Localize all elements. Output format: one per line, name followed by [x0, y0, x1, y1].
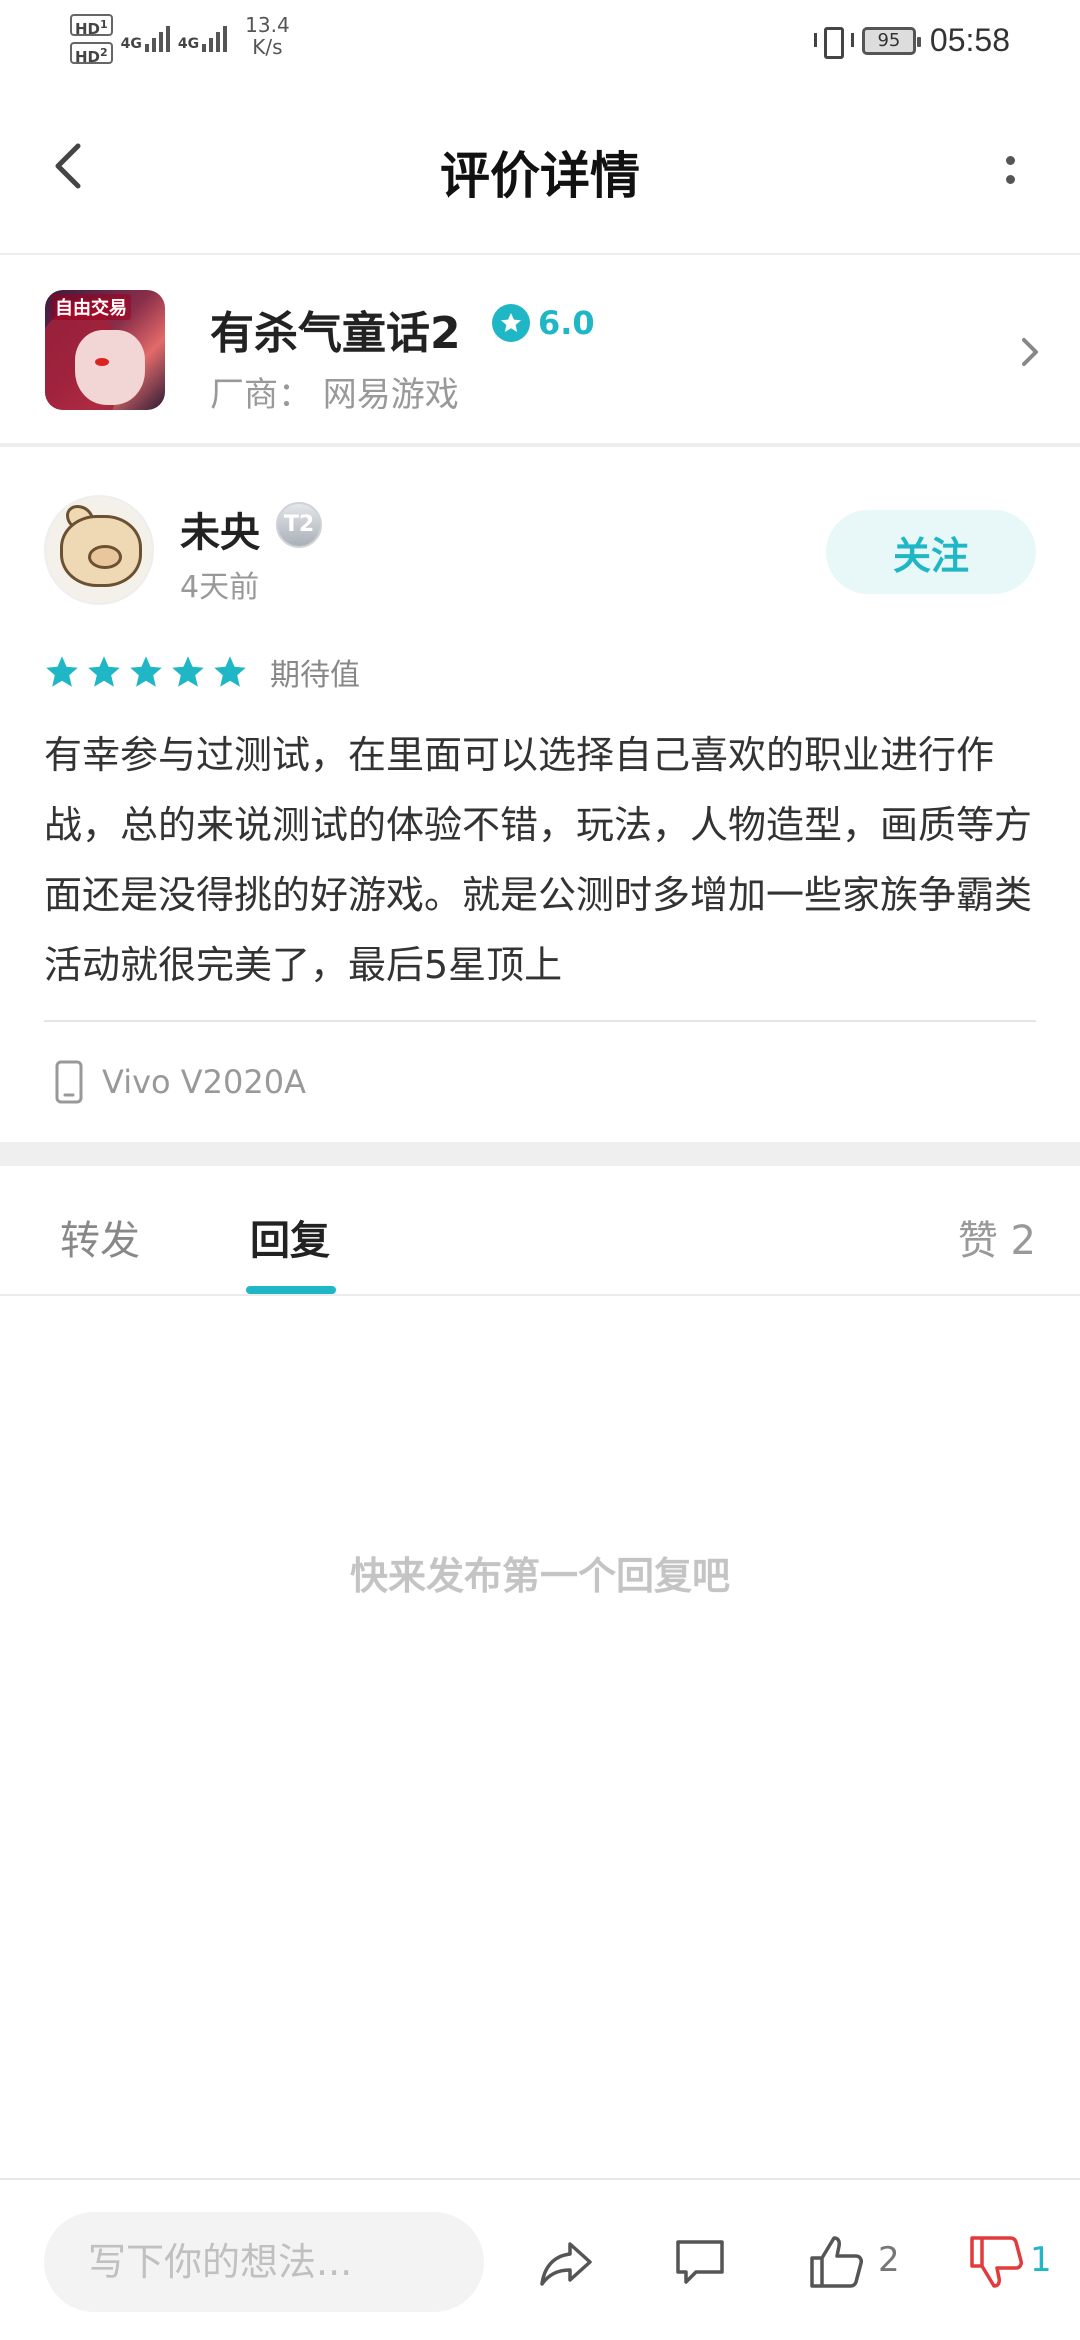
avatar[interactable] — [44, 495, 154, 605]
tab-indicator — [246, 1286, 336, 1294]
network-speed-unit: K/s — [252, 35, 283, 59]
review-time: 4天前 — [180, 570, 260, 605]
game-icon-badge: 自由交易 — [51, 294, 131, 320]
device-info: Vivo V2020A — [54, 1060, 306, 1104]
sim1-label: HD — [75, 20, 101, 38]
network-speed-value: 13.4 — [245, 13, 290, 37]
signal-bars-icon — [202, 18, 228, 52]
sim-indicators: HD1 HD2 — [70, 14, 113, 66]
network-speed: 13.4 K/s — [245, 14, 290, 58]
star-badge-icon — [492, 304, 530, 342]
star-icon — [172, 656, 204, 687]
more-options-button[interactable] — [980, 140, 1040, 200]
review-detail-page: HD1 HD2 4G 4G 13.4 K/s 95 05:58 评价详情 自由交… — [0, 0, 1080, 2340]
star-icon — [214, 656, 246, 687]
game-card[interactable]: 自由交易 有杀气童话2 6.0 厂商： 网易游戏 — [0, 257, 1080, 447]
like-button[interactable] — [806, 2232, 866, 2292]
star-icon — [88, 656, 120, 687]
sim1-index: 1 — [100, 18, 108, 31]
share-button[interactable] — [536, 2232, 596, 2292]
game-rating: 6.0 — [492, 304, 595, 342]
sim2-index: 2 — [100, 46, 108, 59]
dot-icon — [1005, 175, 1015, 184]
sim2-hd-icon: HD2 — [70, 42, 113, 66]
game-icon-eye — [95, 358, 109, 366]
clock: 05:58 — [929, 22, 1010, 58]
star-rating: 期待值 — [44, 650, 360, 694]
bottom-action-bar: 2 1 — [0, 2178, 1080, 2340]
status-bar: HD1 HD2 4G 4G 13.4 K/s 95 05:58 — [0, 0, 1080, 90]
thumbs-down-icon — [970, 2236, 1023, 2288]
divider — [44, 1020, 1036, 1022]
review-text: 有幸参与过测试，在里面可以选择自己喜欢的职业进行作战，总的来说测试的体验不错，玩… — [44, 733, 1033, 987]
tab-bar: 转发 回复 赞 2 — [0, 1166, 1080, 1296]
page-title: 评价详情 — [440, 147, 640, 205]
signal-2: 4G — [177, 18, 228, 52]
comment-icon — [676, 2240, 724, 2284]
game-vendor: 厂商： 网易游戏 — [210, 375, 459, 415]
game-icon-face — [75, 330, 145, 405]
tab-replies[interactable]: 回复 — [250, 1208, 330, 1266]
section-separator — [0, 1142, 1080, 1166]
signal-1: 4G — [121, 18, 170, 52]
sim2-label: HD — [75, 48, 101, 66]
like-count: 2 — [878, 2240, 900, 2280]
comment-button[interactable] — [670, 2232, 730, 2292]
tab-repost[interactable]: 转发 — [60, 1208, 140, 1266]
chevron-right-icon — [1010, 327, 1050, 377]
share-icon — [540, 2242, 592, 2286]
phone-icon — [55, 1060, 83, 1104]
device-name: Vivo V2020A — [102, 1063, 306, 1101]
status-left: HD1 HD2 4G 4G 13.4 K/s — [70, 14, 290, 66]
level-badge: T2 — [276, 502, 322, 548]
battery-icon: 95 — [861, 26, 921, 55]
empty-replies-message: 快来发布第一个回复吧 — [349, 1554, 730, 1598]
network-type-1: 4G — [120, 36, 142, 52]
game-icon: 自由交易 — [45, 290, 165, 410]
star-icon — [130, 656, 162, 687]
dislike-button[interactable] — [966, 2232, 1026, 2292]
tab-likes[interactable]: 赞 2 — [958, 1208, 1036, 1266]
star-icon — [46, 656, 78, 687]
dot-icon — [1005, 156, 1015, 165]
stars-label: 期待值 — [270, 658, 360, 693]
comment-input[interactable] — [44, 2212, 484, 2312]
sim1-hd-icon: HD1 — [70, 14, 113, 38]
network-type-2: 4G — [177, 36, 200, 52]
status-right: 95 05:58 — [813, 22, 1010, 59]
thumbs-up-icon — [810, 2236, 863, 2288]
game-name: 有杀气童话2 — [210, 308, 461, 359]
app-header: 评价详情 — [0, 90, 1080, 255]
follow-button[interactable]: 关注 — [826, 510, 1036, 594]
username[interactable]: 未央 — [180, 500, 260, 558]
dislike-count: 1 — [1030, 2240, 1052, 2280]
vibrate-icon — [813, 24, 854, 59]
avatar-pig-snout — [88, 545, 122, 569]
signal-bars-icon — [144, 18, 170, 52]
rating-value: 6.0 — [538, 304, 595, 342]
